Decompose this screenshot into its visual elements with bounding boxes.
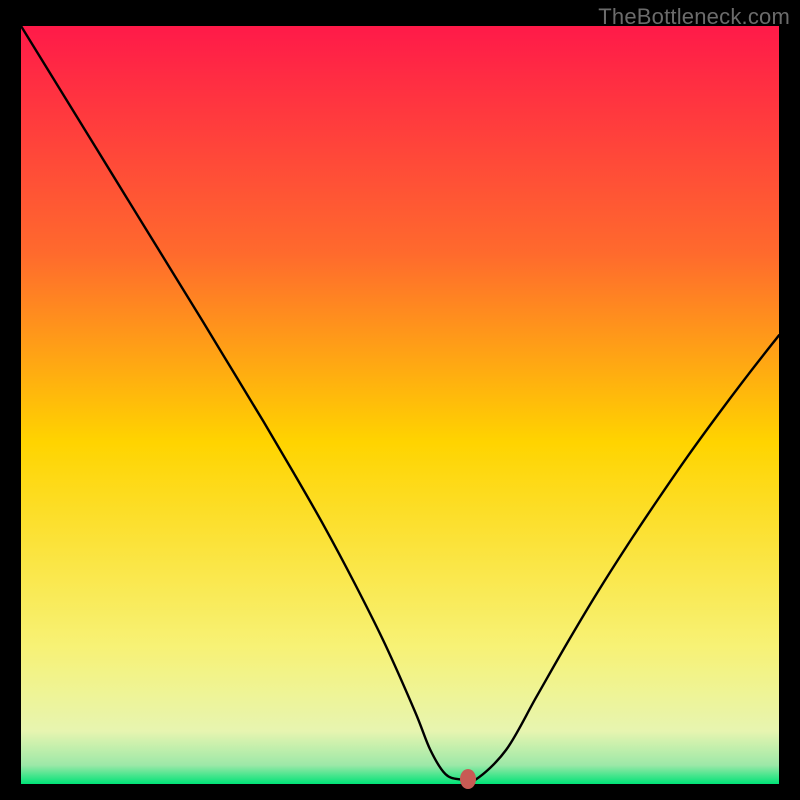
chart-frame: TheBottleneck.com: [0, 0, 800, 800]
plot-area: [21, 26, 779, 784]
gradient-background: [21, 26, 779, 784]
